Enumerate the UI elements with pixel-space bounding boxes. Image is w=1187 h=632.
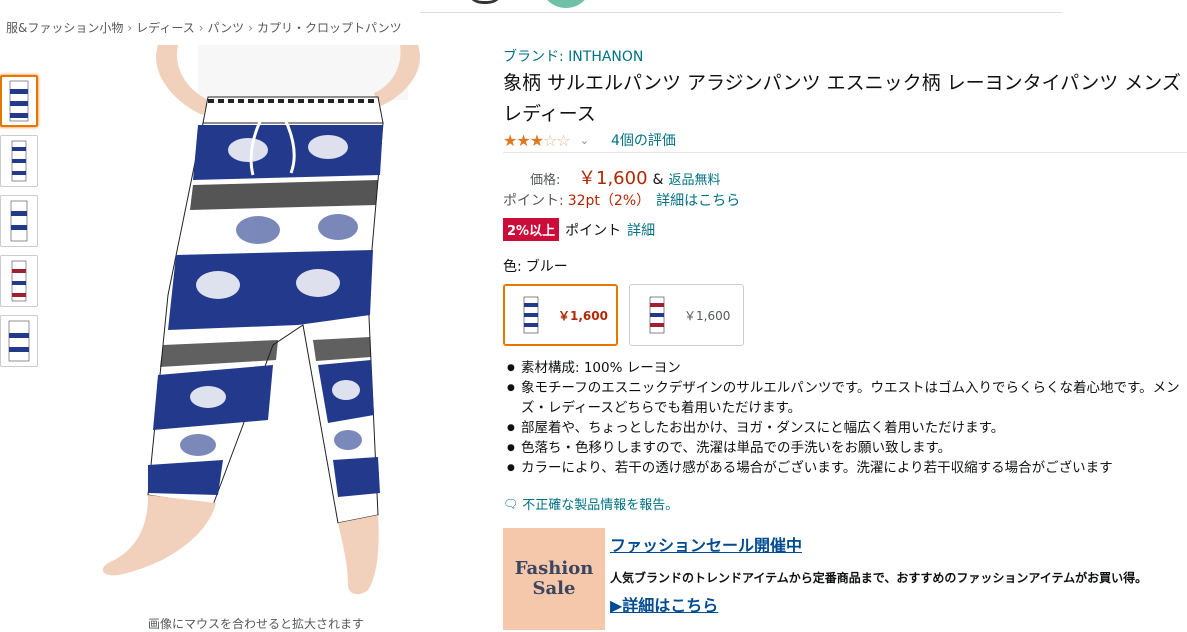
breadcrumb-item[interactable]: カプリ・クロップトパンツ [257,21,402,35]
swatch-thumbnail [523,296,539,334]
points-details-link[interactable]: 詳細はこちら [656,190,740,210]
report-link[interactable]: 🗨 不正確な製品情報を報告。 [503,494,679,514]
color-swatches: ￥1,600 ￥1,600 [503,284,755,346]
fashion-sale-banner: Fashion Sale ファッションセール開催中 人気ブランドのトレンドアイテ… [503,528,1187,630]
thumbnail[interactable] [0,315,38,367]
pants-illustration [102,45,420,595]
star-icon: ★ [503,130,517,150]
promo-text: ポイント [565,222,622,239]
bullet-item: カラーにより、若干の透け感がある場合がございます。洗濯により若干収縮する場合がご… [503,458,1187,478]
star-icon: ★ [516,130,530,150]
free-returns-link[interactable]: 返品無料 [668,169,720,188]
color-value: ブルー [525,259,568,275]
reviews-link[interactable]: 4個の評価 [611,130,676,150]
breadcrumb-item[interactable]: 服&ファッション小物 [6,21,123,35]
sale-image-word: Sale [532,578,576,599]
color-row: 色: ブルー [503,256,568,276]
swatch-price: ￥1,600 [684,308,731,323]
promo-details-link[interactable]: 詳細 [627,220,655,240]
swatch-red[interactable]: ￥1,600 [629,284,744,346]
product-title: 象柄 サルエルパンツ アラジンパンツ エスニック柄 レーヨンタイパンツ メンズ … [503,72,1181,125]
promo-badge: 2%以上 [503,218,560,241]
thumbnail[interactable] [0,75,38,127]
bullet-item: 素材構成: 100% レーヨン [503,358,1187,378]
rating-row: ★★★☆☆ ⌄ 4個の評価 [503,130,676,150]
sale-title-link[interactable]: ファッションセール開催中 [610,532,802,556]
price-amp: & [652,172,664,188]
swatch-thumbnail [649,296,665,334]
badge-fragment [540,0,592,8]
sale-image-word: Fashion [514,558,594,579]
report-text: 不正確な製品情報を報告。 [522,498,679,513]
speech-bubble-icon: 🗨 [503,496,519,511]
feature-bullets: 素材構成: 100% レーヨン 象モチーフのエスニックデザインのサルエルパンツで… [503,358,1187,478]
points-promo-row: 2%以上 ポイント 詳細 [503,218,655,241]
breadcrumb-separator: › [127,21,133,35]
header-divider [420,12,1062,13]
price-label: 価格: [530,173,561,188]
points-label: ポイント: [503,193,564,209]
star-empty-icon: ☆ [556,130,570,150]
zoom-hint: 画像にマウスを合わせると拡大されます [148,617,365,631]
product-main-image[interactable] [48,45,468,600]
bullet-item: 色落ち・色移りしますので、洗濯は単品での手洗いをお願い致します。 [503,438,1187,458]
brand-link[interactable]: ブランド: INTHANON [503,46,643,66]
swatch-price: ￥1,600 [558,308,608,323]
breadcrumb-item[interactable]: レディース [136,21,195,35]
section-divider [503,152,1187,153]
breadcrumb-separator: › [198,21,204,35]
star-icon: ★ [529,130,544,150]
breadcrumb-item[interactable]: パンツ [208,21,245,35]
fashion-sale-image[interactable]: Fashion Sale [503,528,605,630]
breadcrumb-separator: › [248,21,253,35]
price-value: ￥1,600 [578,168,648,189]
star-rating[interactable]: ★★★☆☆ [503,130,571,150]
bullet-item: 象モチーフのエスニックデザインのサルエルパンツです。ウエストはゴム入りでらくらく… [503,378,1187,418]
bullet-item: 部屋着や、ちょっとしたお出かけ、ヨガ・ダンスにと幅広く着用いただけます。 [503,418,1187,438]
breadcrumb: 服&ファッション小物 › レディース › パンツ › カプリ・クロップトパンツ [6,19,402,36]
thumbnail[interactable] [0,195,38,247]
sale-description: 人気ブランドのトレンドアイテムから定番商品まで、おすすめのファッションアイテムが… [610,571,1148,585]
price-row: 価格: ￥1,600 & 返品無料 [530,164,720,190]
points-row: ポイント: 32pt（2%） 詳細はこちら [503,190,740,210]
color-label: 色: [503,259,522,275]
thumbnail[interactable] [0,135,38,187]
swatch-blue[interactable]: ￥1,600 [503,284,618,346]
star-empty-icon: ☆ [543,130,557,150]
logo-fragment [465,0,505,4]
sale-details-link[interactable]: ▶詳細はこちら [610,592,718,616]
thumbnail[interactable] [0,255,38,307]
thumbnail-strip [0,75,38,375]
points-value: 32pt（2%） [567,193,651,209]
chevron-down-icon[interactable]: ⌄ [580,134,589,147]
